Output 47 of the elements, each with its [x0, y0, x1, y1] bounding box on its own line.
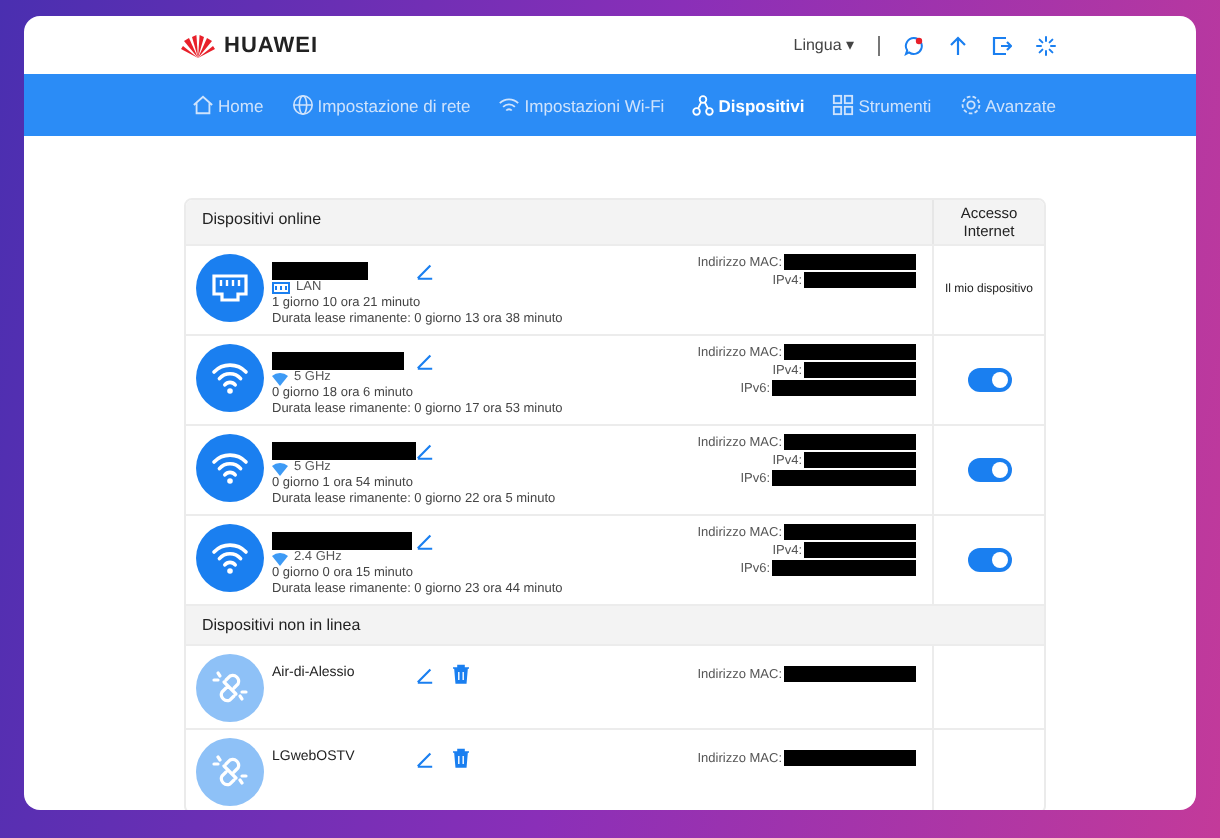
home-icon	[192, 94, 214, 116]
ethernet-port-icon	[196, 254, 264, 322]
wifi-icon	[196, 434, 264, 502]
wifi-icon	[272, 461, 288, 475]
language-menu[interactable]: Lingua ▾	[793, 36, 854, 54]
ethernet-icon	[272, 281, 290, 295]
logout-icon[interactable]	[992, 35, 1012, 55]
redaction-bar	[272, 351, 404, 369]
broken-link-icon	[196, 654, 264, 722]
nav-tab[interactable]: Strumenti	[832, 94, 932, 116]
spinner-icon	[1036, 35, 1056, 55]
redaction-bar	[272, 441, 416, 459]
wifi-icon	[196, 344, 264, 412]
wifi-icon	[498, 94, 521, 116]
edit-icon[interactable]	[416, 665, 434, 683]
edit-icon[interactable]	[416, 441, 434, 459]
wifi-icon	[272, 551, 288, 565]
up-arrow-icon[interactable]	[948, 35, 968, 55]
access-toggle[interactable]	[967, 368, 1011, 392]
section-heading: Dispositivi non in linea	[186, 604, 1044, 644]
edit-icon[interactable]	[416, 351, 434, 369]
nav-tab[interactable]: Impostazione di rete	[291, 94, 471, 116]
edit-icon[interactable]	[416, 749, 434, 767]
brand-name: HUAWEI	[224, 33, 318, 57]
nav-tab[interactable]: Dispositivi	[692, 94, 805, 116]
edit-icon[interactable]	[416, 531, 434, 549]
globe-icon	[291, 94, 314, 116]
redaction-bar	[784, 750, 916, 766]
wifi-icon	[272, 371, 288, 385]
nav-tab[interactable]: Avanzate	[959, 94, 1056, 116]
trash-icon[interactable]	[452, 664, 470, 684]
logo-icon	[180, 33, 216, 57]
edit-icon[interactable]	[416, 261, 434, 279]
settings-icon	[959, 94, 982, 116]
nav-tab[interactable]: Impostazioni Wi-Fi	[498, 94, 665, 116]
devices-icon	[692, 94, 715, 116]
wifi-icon	[196, 524, 264, 592]
chat-icon[interactable]	[904, 35, 924, 55]
section-heading: Dispositivi online	[200, 208, 324, 232]
access-toggle[interactable]	[967, 458, 1011, 482]
redaction-bar	[272, 261, 368, 279]
access-toggle[interactable]	[967, 548, 1011, 572]
redaction-bar	[272, 531, 412, 549]
grid-icon	[832, 94, 855, 116]
trash-icon[interactable]	[452, 748, 470, 768]
redaction-bar	[784, 666, 916, 682]
nav-tab[interactable]: Home	[192, 94, 264, 116]
